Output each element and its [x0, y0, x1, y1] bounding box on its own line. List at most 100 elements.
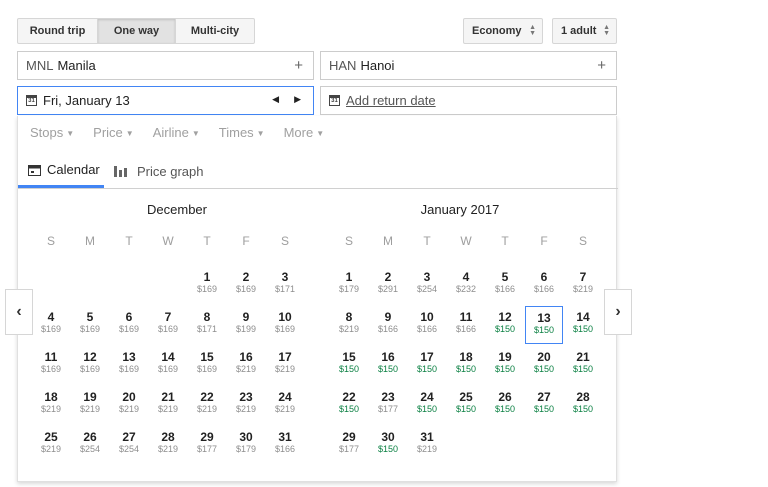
calendar-day[interactable]: 12 $169 — [71, 346, 109, 384]
day-price: $179 — [338, 284, 360, 294]
destination-input[interactable]: HAN Hanoi + — [320, 51, 617, 80]
one-way-button[interactable]: One way — [98, 19, 176, 43]
cabin-class-dropdown[interactable]: Economy ▲ ▼ — [463, 18, 543, 44]
calendar-day[interactable]: 21 $219 — [149, 386, 187, 424]
calendar-day[interactable]: 5 $166 — [486, 266, 524, 304]
calendar-day[interactable]: 13 $169 — [110, 346, 148, 384]
add-return-date-link[interactable]: Add return date — [346, 93, 436, 108]
filter-stops[interactable]: Stops ▼ — [30, 125, 74, 140]
calendar-day[interactable]: 30 $150 — [369, 426, 407, 464]
calendar-day[interactable]: 29 $177 — [330, 426, 368, 464]
calendar-day[interactable]: 18 $150 — [447, 346, 485, 384]
return-date-input[interactable]: 31 Add return date — [320, 86, 617, 115]
calendar-day[interactable]: 8 $171 — [188, 306, 226, 344]
calendar-day[interactable]: 6 $166 — [525, 266, 563, 304]
calendar-day[interactable]: 27 $150 — [525, 386, 563, 424]
calendar-day[interactable]: 27 $254 — [110, 426, 148, 464]
calendar-day[interactable]: 25 $219 — [32, 426, 70, 464]
calendar-day[interactable]: 1 $179 — [330, 266, 368, 304]
next-month-button[interactable]: › — [604, 289, 632, 335]
calendar-day[interactable]: 7 $169 — [149, 306, 187, 344]
filter-airline[interactable]: Airline ▼ — [153, 125, 200, 140]
day-price: $219 — [40, 404, 62, 414]
calendar-day[interactable]: 19 $150 — [486, 346, 524, 384]
calendar-day[interactable]: 31 $219 — [408, 426, 446, 464]
day-number: 16 — [239, 350, 253, 364]
calendar-day[interactable]: 15 $169 — [188, 346, 226, 384]
calendar-day[interactable]: 8 $219 — [330, 306, 368, 344]
passengers-dropdown[interactable]: 1 adult ▲ ▼ — [552, 18, 617, 44]
calendar-day[interactable]: 16 $150 — [369, 346, 407, 384]
calendar-day[interactable]: 20 $219 — [110, 386, 148, 424]
previous-date-icon[interactable]: ◀ — [272, 94, 279, 105]
calendar-day[interactable]: 14 $150 — [564, 306, 602, 344]
day-number: 12 — [498, 310, 512, 324]
calendar-day[interactable]: 3 $254 — [408, 266, 446, 304]
weekday-label: W — [162, 234, 174, 248]
calendar-day[interactable]: 9 $199 — [227, 306, 265, 344]
calendar-day[interactable]: 9 $166 — [369, 306, 407, 344]
calendar-day[interactable]: 23 $177 — [369, 386, 407, 424]
calendar-day[interactable]: 15 $150 — [330, 346, 368, 384]
multi-city-button[interactable]: Multi-city — [176, 19, 254, 43]
depart-date-input[interactable]: 31 Fri, January 13 ◀ ▶ — [17, 86, 314, 115]
filter-bar: Stops ▼ Price ▼ Airline ▼ Times ▼ More ▼ — [30, 125, 343, 140]
calendar-day[interactable]: 29 $177 — [188, 426, 226, 464]
calendar-day[interactable]: 26 $150 — [486, 386, 524, 424]
calendar-day[interactable]: 3 $171 — [266, 266, 304, 304]
calendar-day[interactable]: 23 $219 — [227, 386, 265, 424]
calendar-day[interactable]: 22 $219 — [188, 386, 226, 424]
calendar-day[interactable]: 20 $150 — [525, 346, 563, 384]
calendar-day[interactable]: 5 $169 — [71, 306, 109, 344]
calendar-day[interactable]: 4 $232 — [447, 266, 485, 304]
day-price: $291 — [377, 284, 399, 294]
calendar-day[interactable]: 25 $150 — [447, 386, 485, 424]
calendar-day[interactable]: 1 $169 — [188, 266, 226, 304]
calendar-day[interactable]: 14 $169 — [149, 346, 187, 384]
filter-more[interactable]: More ▼ — [284, 125, 325, 140]
filter-price[interactable]: Price ▼ — [93, 125, 134, 140]
calendar-day[interactable]: 31 $166 — [266, 426, 304, 464]
calendar-day[interactable]: 17 $219 — [266, 346, 304, 384]
add-origin-icon[interactable]: + — [294, 57, 303, 74]
calendar-day[interactable]: 28 $219 — [149, 426, 187, 464]
tab-price-graph[interactable]: Price graph — [114, 154, 203, 188]
calendar-day[interactable]: 30 $179 — [227, 426, 265, 464]
calendar-day[interactable]: 11 $166 — [447, 306, 485, 344]
day-number: 21 — [576, 350, 590, 364]
calendar-day[interactable]: 10 $169 — [266, 306, 304, 344]
calendar-day[interactable]: 11 $169 — [32, 346, 70, 384]
day-number: 17 — [278, 350, 292, 364]
calendar-day[interactable]: 21 $150 — [564, 346, 602, 384]
calendar-day[interactable]: 13 $150 — [525, 306, 563, 344]
calendar-day[interactable]: 4 $169 — [32, 306, 70, 344]
calendar-day[interactable]: 17 $150 — [408, 346, 446, 384]
previous-month-button[interactable]: ‹ — [5, 289, 33, 335]
origin-input[interactable]: MNL Manila + — [17, 51, 314, 80]
day-number: 10 — [278, 310, 292, 324]
calendar-day[interactable]: 26 $254 — [71, 426, 109, 464]
calendar-day[interactable]: 24 $150 — [408, 386, 446, 424]
tab-calendar[interactable]: Calendar — [18, 154, 104, 188]
calendar-day[interactable]: 24 $219 — [266, 386, 304, 424]
passengers-value: 1 adult — [561, 25, 597, 37]
month-title-january: January 2017 — [420, 202, 500, 217]
calendar-day[interactable]: 19 $219 — [71, 386, 109, 424]
calendar-day[interactable]: 7 $219 — [564, 266, 602, 304]
calendar-day[interactable]: 12 $150 — [486, 306, 524, 344]
filter-times[interactable]: Times ▼ — [219, 125, 265, 140]
next-date-icon[interactable]: ▶ — [294, 94, 301, 105]
calendar-day[interactable]: 6 $169 — [110, 306, 148, 344]
calendar-day[interactable]: 2 $169 — [227, 266, 265, 304]
calendar-day[interactable]: 10 $166 — [408, 306, 446, 344]
round-trip-button[interactable]: Round trip — [18, 19, 98, 43]
day-price: $150 — [494, 404, 516, 414]
calendar-day[interactable]: 2 $291 — [369, 266, 407, 304]
calendar-day[interactable]: 18 $219 — [32, 386, 70, 424]
calendar-day[interactable]: 28 $150 — [564, 386, 602, 424]
add-destination-icon[interactable]: + — [597, 57, 606, 74]
calendar-day[interactable]: 16 $219 — [227, 346, 265, 384]
weekday-label: T — [501, 234, 509, 248]
calendar-day[interactable]: 22 $150 — [330, 386, 368, 424]
day-price: $169 — [40, 324, 62, 334]
